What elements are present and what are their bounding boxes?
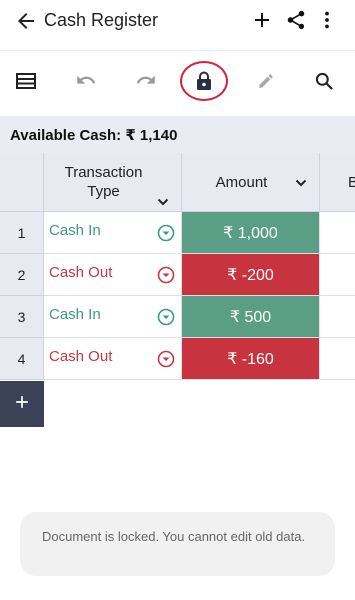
- column-header-label: B: [348, 173, 355, 191]
- row-number: 4: [0, 338, 44, 380]
- app-bar: Cash Register: [0, 0, 355, 42]
- dropdown-circle-icon[interactable]: [157, 266, 175, 284]
- page-title: Cash Register: [44, 10, 159, 30]
- amount-cell[interactable]: ₹ 1,000: [182, 212, 320, 254]
- transaction-type-cell[interactable]: Cash Out: [44, 338, 182, 380]
- row-number: 3: [0, 296, 44, 338]
- toolbar: [0, 50, 355, 112]
- more-vertical-icon[interactable]: [316, 8, 338, 32]
- add-row-button[interactable]: [0, 381, 44, 427]
- add-icon[interactable]: [250, 8, 274, 32]
- redo-icon[interactable]: [128, 63, 164, 99]
- dropdown-circle-icon[interactable]: [157, 308, 175, 326]
- row-number: 1: [0, 212, 44, 254]
- lock-icon[interactable]: [180, 61, 228, 101]
- column-header-next[interactable]: B: [320, 153, 355, 212]
- transaction-type-cell[interactable]: Cash In: [44, 212, 182, 254]
- chevron-down-icon[interactable]: [294, 176, 308, 190]
- add-icon: [12, 392, 32, 417]
- column-header-amount[interactable]: Amount: [182, 153, 320, 212]
- next-column-cell[interactable]: [320, 338, 355, 380]
- toast-message: Document is locked. You cannot edit old …: [42, 529, 306, 544]
- dropdown-circle-icon[interactable]: [157, 224, 175, 242]
- next-column-cell[interactable]: [320, 296, 355, 338]
- transaction-type-value: Cash Out: [49, 348, 113, 365]
- transaction-type-value: Cash In: [49, 306, 101, 323]
- next-column-cell[interactable]: [320, 212, 355, 254]
- amount-cell[interactable]: ₹ 500: [182, 296, 320, 338]
- chevron-down-icon[interactable]: [156, 176, 170, 206]
- locked-toast: Document is locked. You cannot edit old …: [20, 512, 335, 576]
- row-number: 2: [0, 254, 44, 296]
- pencil-icon[interactable]: [248, 63, 284, 99]
- corner-header: [0, 153, 44, 212]
- undo-icon[interactable]: [68, 63, 104, 99]
- search-icon[interactable]: [306, 63, 342, 99]
- arrow-back-icon[interactable]: [14, 9, 38, 33]
- available-cash-bar: Available Cash: ₹ 1,140: [0, 116, 355, 153]
- amount-cell[interactable]: ₹ -200: [182, 254, 320, 296]
- transaction-type-value: Cash Out: [49, 264, 113, 281]
- table-view-icon[interactable]: [8, 63, 44, 99]
- column-header-label: Transaction Type: [64, 164, 143, 200]
- transaction-type-value: Cash In: [49, 222, 101, 239]
- next-column-cell[interactable]: [320, 254, 355, 296]
- column-header-transaction-type[interactable]: Transaction Type: [44, 153, 182, 212]
- column-header-label: Amount: [215, 173, 268, 191]
- available-cash-label: Available Cash: ₹ 1,140: [10, 126, 178, 144]
- dropdown-circle-icon[interactable]: [157, 350, 175, 368]
- share-icon[interactable]: [285, 8, 307, 32]
- transaction-type-cell[interactable]: Cash Out: [44, 254, 182, 296]
- transaction-type-cell[interactable]: Cash In: [44, 296, 182, 338]
- amount-cell[interactable]: ₹ -160: [182, 338, 320, 380]
